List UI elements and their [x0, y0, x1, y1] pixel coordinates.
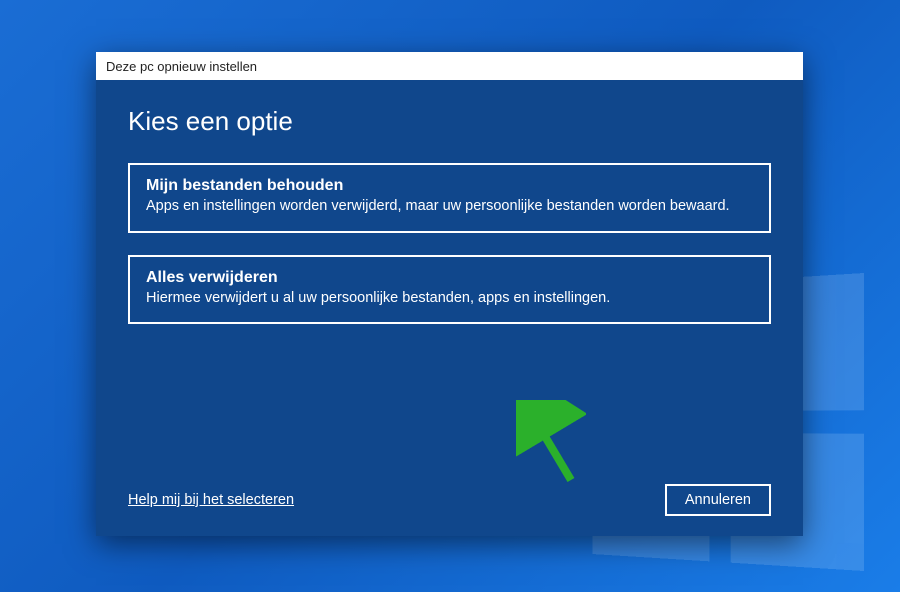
- option-remove-everything-title: Alles verwijderen: [146, 269, 753, 287]
- dialog-heading: Kies een optie: [128, 106, 771, 137]
- dialog-content: Kies een optie Mijn bestanden behouden A…: [96, 80, 803, 536]
- help-link[interactable]: Help mij bij het selecteren: [128, 492, 294, 508]
- option-remove-everything-description: Hiermee verwijdert u al uw persoonlijke …: [146, 289, 753, 309]
- dialog-titlebar: Deze pc opnieuw instellen: [96, 52, 803, 80]
- option-keep-files-description: Apps en instellingen worden verwijderd, …: [146, 197, 753, 217]
- annotation-arrow-icon: [516, 400, 586, 490]
- option-keep-files[interactable]: Mijn bestanden behouden Apps en instelli…: [128, 163, 771, 233]
- dialog-title: Deze pc opnieuw instellen: [106, 59, 257, 74]
- cancel-button[interactable]: Annuleren: [665, 484, 771, 516]
- reset-pc-dialog: Deze pc opnieuw instellen Kies een optie…: [96, 52, 803, 536]
- option-remove-everything[interactable]: Alles verwijderen Hiermee verwijdert u a…: [128, 255, 771, 325]
- dialog-footer: Help mij bij het selecteren Annuleren: [128, 484, 771, 516]
- option-keep-files-title: Mijn bestanden behouden: [146, 177, 753, 195]
